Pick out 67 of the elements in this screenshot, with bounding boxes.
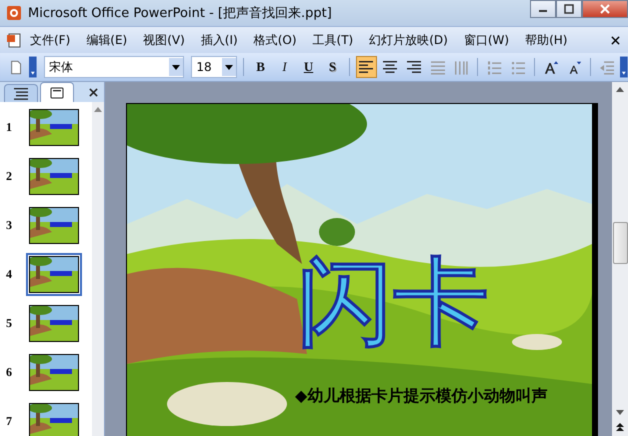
previous-slide-icon[interactable] [615,422,625,432]
slide-title: 闪卡 [297,254,489,350]
pane-tab[interactable] [4,84,38,102]
menu-item[interactable]: 插入(I) [200,32,238,48]
bullet-text: ◆幼儿根据卡片提示模仿小动物叫声 [295,386,548,407]
window-title: Microsoft Office PowerPoint - [把声音找回来.ppt] [28,5,332,22]
maximize-button[interactable] [556,0,582,18]
format-button[interactable]: U [298,56,319,78]
document-icon [6,32,22,48]
scroll-down-icon[interactable] [616,410,624,416]
close-icon[interactable] [611,36,620,44]
pane-tab[interactable] [40,82,74,102]
format-button[interactable]: I [274,56,296,78]
align-button[interactable] [356,56,377,78]
slide-thumbnail[interactable] [26,106,82,149]
format-button[interactable]: B [250,56,272,78]
slide-thumbnail-drawing [29,109,79,146]
menu-item[interactable]: 幻灯片放映(D) [369,32,448,48]
menu-item[interactable]: 帮助(H) [525,32,568,48]
scroll-up-icon[interactable] [94,106,102,112]
close-icon[interactable] [89,88,98,96]
slide-icon [50,86,64,98]
slide-thumbnail-drawing [29,207,79,244]
slide-thumbnail[interactable] [26,351,82,394]
menu-item[interactable]: 编辑(E) [86,32,128,48]
slide-thumbnail-drawing [29,354,79,391]
slide-thumbnail[interactable] [26,302,82,345]
slide-thumbnail[interactable] [26,204,82,247]
app-icon [6,5,22,21]
scroll-up-icon[interactable] [616,86,624,92]
menu-item[interactable]: 视图(V) [143,32,185,48]
close-button[interactable] [582,0,628,18]
minimize-button[interactable] [530,0,556,18]
menu-item[interactable]: 格式(O) [254,32,297,48]
slide-thumbnail-drawing [29,403,79,436]
slide-number: 7 [6,414,13,429]
scrollbar[interactable] [92,102,104,436]
close-icon [600,4,610,14]
align-right-icon [407,61,422,73]
increase-font-size-icon[interactable] [544,60,558,74]
font-dropdown[interactable]: 宋体 [44,56,184,78]
slide-thumbnail[interactable] [26,253,82,296]
new-document-icon[interactable] [9,60,24,74]
font-size-dropdown[interactable]: 18 [191,56,238,78]
slide-thumbnail-drawing [29,158,79,195]
slide-number: 1 [6,120,13,135]
slide-number: 2 [6,169,13,184]
menu-item[interactable]: 窗口(W) [464,32,510,48]
menu-item[interactable]: 文件(F) [30,32,70,48]
slide-number: 6 [6,365,13,380]
slide-number: 3 [6,218,13,233]
align-center-icon [383,61,398,73]
menu-item[interactable]: 工具(T) [312,32,354,48]
scrollbar[interactable] [612,82,628,436]
align-left-icon [359,61,374,73]
slide-number: 5 [6,316,13,331]
slide-number: 4 [6,267,13,282]
outline-icon [14,88,28,100]
toolbar-options-icon[interactable] [29,56,37,78]
slide-thumbnail[interactable] [26,400,82,436]
slide-thumbnail[interactable] [26,155,82,198]
toolbar-options-icon[interactable] [620,56,628,78]
slide-thumbnail-drawing [29,256,79,293]
scroll-thumb[interactable] [612,222,628,264]
maximize-icon [564,4,574,14]
format-button[interactable]: S [322,56,343,78]
slide-thumbnail-drawing [29,305,79,342]
